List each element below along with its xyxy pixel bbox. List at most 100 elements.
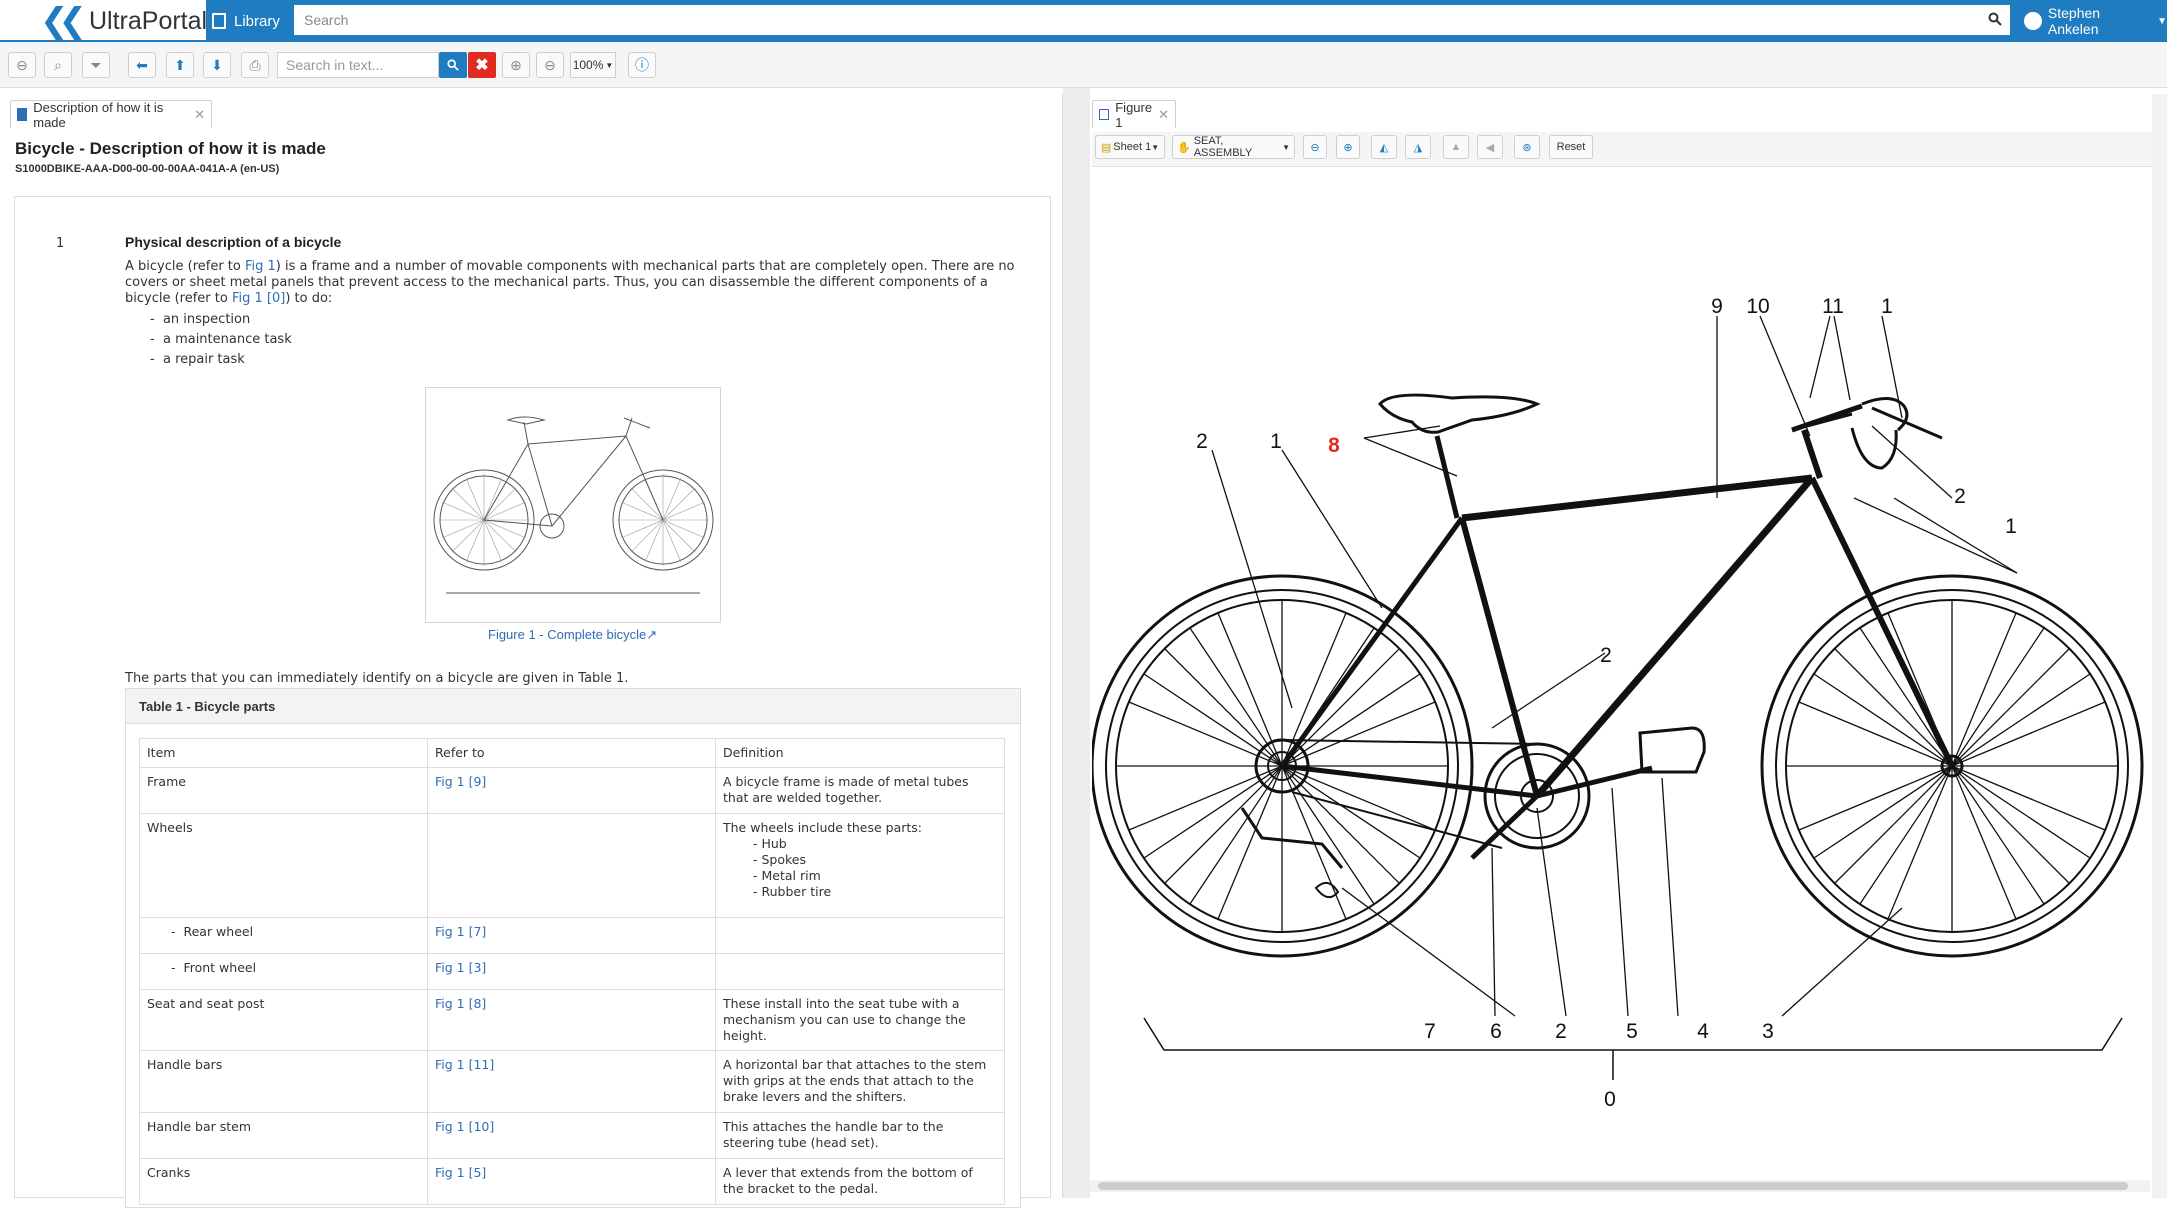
zoom-value: 100% <box>572 58 604 72</box>
flip-vertical-icon[interactable]: ▲ <box>1443 135 1469 159</box>
callout-2[interactable]: 2 <box>1600 644 1612 667</box>
close-icon[interactable]: ✕ <box>1158 107 1169 123</box>
callout-9[interactable]: 9 <box>1711 295 1723 318</box>
item-cell: Handle bars <box>139 1050 428 1113</box>
bicycle-illustration: 9 10 11 1 2 1 2 1 8 2 7 6 2 5 4 3 0 <box>1090 295 2144 1111</box>
ref-cell[interactable]: Fig 1 [8] <box>427 989 716 1051</box>
app-logo[interactable]: ❮❮ UltraPortal <box>40 1 207 41</box>
callout-5[interactable]: 5 <box>1626 1020 1638 1043</box>
table-row: - Rear wheel Fig 1 [7] <box>139 917 1005 954</box>
collapse-icon[interactable]: ⊖ <box>8 52 36 78</box>
ref-cell[interactable]: Fig 1 [11] <box>427 1050 716 1113</box>
user-name: Stephen Ankelen <box>2047 5 2101 37</box>
chevron-down-icon: ▼ <box>605 60 614 70</box>
chevron-down-icon: ▼ <box>1151 142 1160 152</box>
callout-3[interactable]: 3 <box>1762 1020 1774 1043</box>
assembly-value: SEAT, ASSEMBLY <box>1193 135 1253 159</box>
item-text: Front wheel <box>183 960 257 975</box>
hand-icon: ✋ <box>1177 141 1191 154</box>
tab-label: Figure 1 <box>1115 99 1153 130</box>
callout-6[interactable]: 6 <box>1490 1020 1502 1043</box>
rotate-left-icon[interactable]: ◭ <box>1371 135 1397 159</box>
callout-2[interactable]: 2 <box>1555 1020 1567 1043</box>
chevron-down-icon: ▼ <box>1282 142 1290 152</box>
callout-1[interactable]: 1 <box>1881 295 1893 318</box>
zoom-in-icon[interactable]: ⊕ <box>1336 135 1360 159</box>
callout-4[interactable]: 4 <box>1697 1020 1709 1043</box>
assembly-select[interactable]: ✋ SEAT, ASSEMBLY ▼ <box>1172 135 1295 159</box>
callout-7[interactable]: 7 <box>1424 1020 1436 1043</box>
info-icon[interactable]: ⓘ <box>628 52 656 78</box>
user-avatar-icon <box>2024 12 2042 30</box>
figure-caption-link[interactable]: Figure 1 - Complete bicycle↗ <box>488 627 657 643</box>
user-menu[interactable]: Stephen Ankelen ▼ <box>2024 5 2167 37</box>
zoom-select[interactable]: 100% ▼ <box>570 52 616 78</box>
close-icon[interactable]: ✕ <box>194 107 205 123</box>
ref-cell[interactable]: Fig 1 [7] <box>427 917 716 954</box>
tab-label: Description of how it is made <box>33 99 164 130</box>
flip-horizontal-icon[interactable]: ◀ <box>1477 135 1503 159</box>
callout-2[interactable]: 2 <box>1196 430 1208 453</box>
clear-search-button[interactable]: ✖ <box>468 52 496 78</box>
column-header: Refer to <box>427 738 716 768</box>
zoom-out-icon[interactable]: ⊖ <box>1303 135 1327 159</box>
tab-description[interactable]: Description of how it is made ✕ <box>10 99 212 130</box>
ref-cell[interactable]: Fig 1 [10] <box>427 1112 716 1159</box>
list-item: Spokes <box>753 852 997 868</box>
callout-1[interactable]: 1 <box>2005 515 2017 538</box>
library-button[interactable]: Library <box>212 6 280 36</box>
definition-cell: A horizontal bar that attaches to the st… <box>715 1050 1005 1113</box>
ref-cell[interactable]: Fig 1 [3] <box>427 953 716 990</box>
filter-icon[interactable]: ⏷ <box>82 52 110 78</box>
find-in-text-input[interactable]: Search in text... <box>277 52 439 78</box>
callout-11[interactable]: 11 <box>1822 295 1844 318</box>
zoom-out-icon[interactable]: ⊖ <box>536 52 564 78</box>
logo-chevron-icon: ❮❮ <box>40 1 87 41</box>
search-icon[interactable]: ⌕ <box>44 52 72 78</box>
figure-thumbnail[interactable] <box>425 387 721 623</box>
back-arrow-icon[interactable]: ⬅ <box>128 52 156 78</box>
fig-link[interactable]: Fig 1 <box>245 259 276 274</box>
search-icon[interactable] <box>1988 12 2002 26</box>
scrollbar-thumb[interactable] <box>1098 1182 2128 1190</box>
find-search-button[interactable] <box>439 52 467 78</box>
reset-label: Reset <box>1556 141 1586 153</box>
para-title: Physical description of a bicycle <box>125 234 342 250</box>
list-item: - a repair task <box>150 352 245 367</box>
ref-cell[interactable]: Fig 1 [9] <box>427 767 716 814</box>
sheet-select[interactable]: ▤ Sheet 1 ▼ <box>1095 135 1165 159</box>
library-label: Library <box>234 12 280 30</box>
reset-button[interactable]: Reset <box>1549 135 1593 159</box>
panel-splitter[interactable] <box>1063 88 1090 1198</box>
item-cell: Frame <box>139 767 428 814</box>
callout-1[interactable]: 1 <box>1270 430 1282 453</box>
search-icon <box>447 59 459 71</box>
rotate-right-icon[interactable]: ◮ <box>1405 135 1431 159</box>
figure-vertical-scrollbar[interactable] <box>2152 94 2167 1198</box>
task-list: - an inspection - a maintenance task - a… <box>150 310 292 370</box>
para-text-3: ) to do: <box>285 291 333 306</box>
item-cell: - Front wheel <box>139 953 428 990</box>
tab-figure[interactable]: Figure 1 ✕ <box>1092 99 1176 130</box>
figure-horizontal-scrollbar[interactable] <box>1090 1180 2150 1192</box>
fig-link[interactable]: Fig 1 [0] <box>232 291 285 306</box>
print-icon[interactable]: ⎙ <box>241 52 269 78</box>
fit-to-window-icon[interactable]: ⊛ <box>1514 135 1540 159</box>
callout-0[interactable]: 0 <box>1604 1088 1616 1111</box>
document-toolbar: ⊖ ⌕ ⏷ ⬅ ⬆ ⬇ ⎙ Search in text... ✖ ⊕ ⊖ 10… <box>0 42 2167 88</box>
figure-viewer[interactable]: 9 10 11 1 2 1 2 1 8 2 7 6 2 5 4 3 0 <box>1090 168 2147 1180</box>
table-intro: The parts that you can immediately ident… <box>125 671 629 686</box>
table-row: Frame Fig 1 [9] A bicycle frame is made … <box>139 767 1005 814</box>
up-arrow-icon[interactable]: ⬆ <box>166 52 194 78</box>
zoom-in-icon[interactable]: ⊕ <box>502 52 530 78</box>
global-search-input[interactable]: Search <box>294 5 2010 35</box>
callout-2[interactable]: 2 <box>1954 485 1966 508</box>
definition-text: The wheels include these parts: <box>723 820 923 835</box>
table-row: Wheels The wheels include these parts: H… <box>139 813 1005 918</box>
down-arrow-icon[interactable]: ⬇ <box>203 52 231 78</box>
callout-8-highlighted[interactable]: 8 <box>1328 434 1340 457</box>
item-text: Rear wheel <box>183 924 254 939</box>
document-code: S1000DBIKE-AAA-D00-00-00-00AA-041A-A (en… <box>15 163 280 175</box>
callout-10[interactable]: 10 <box>1746 295 1769 318</box>
column-header: Definition <box>715 738 1005 768</box>
